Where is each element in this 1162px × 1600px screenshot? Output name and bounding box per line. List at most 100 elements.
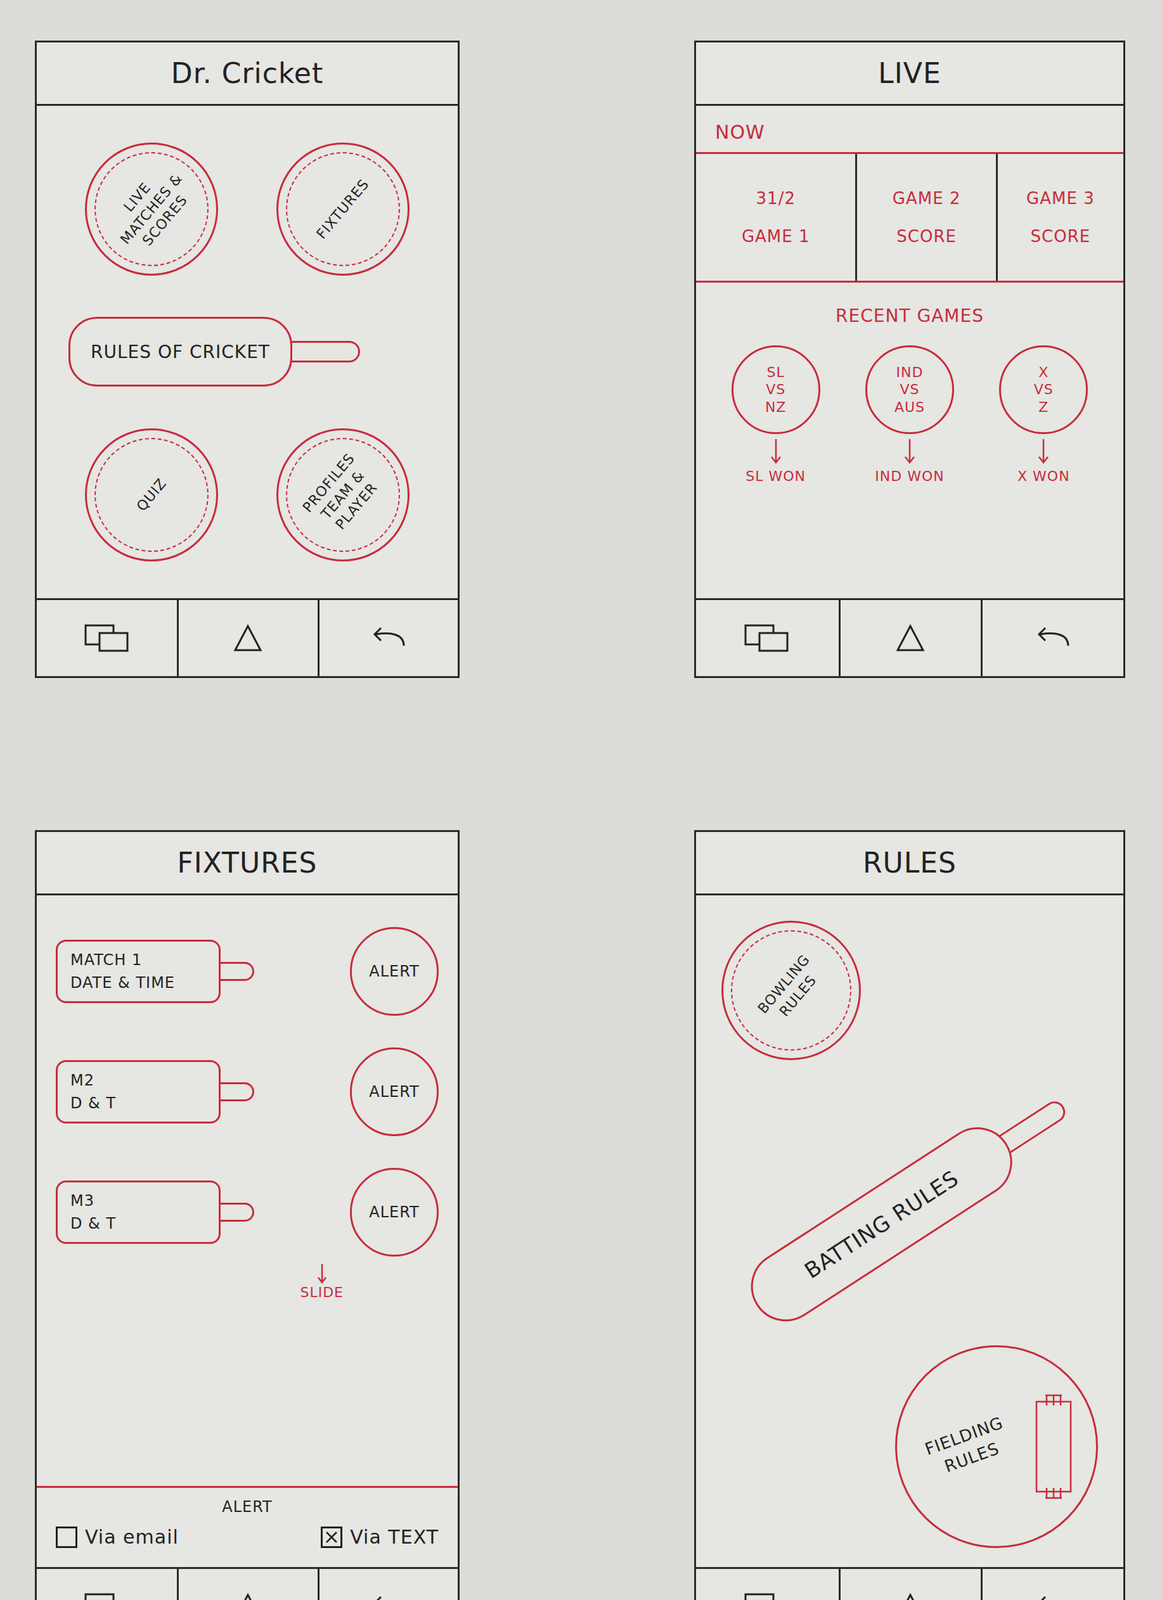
alert-option[interactable]: Via email bbox=[55, 1526, 179, 1549]
check-mark-icon bbox=[324, 1530, 339, 1545]
menu-bat-button[interactable]: RULES OF CRICKET bbox=[68, 316, 361, 387]
checkbox[interactable] bbox=[320, 1527, 343, 1549]
rule-cell: BOWLING RULES bbox=[721, 921, 861, 1061]
pitch-icon bbox=[1031, 1393, 1076, 1502]
menu-cell: PROFILES TEAM & PLAYER bbox=[276, 428, 410, 562]
phone-screen: LIVE NOW31/2GAME 1 GAME 2 SCORE GAME 3 SCORE R… bbox=[694, 40, 1126, 679]
rule-field-button[interactable]: FIELDING RULES bbox=[895, 1345, 1098, 1549]
rule-cell: BATTING RULES bbox=[727, 1171, 1093, 1242]
live-game-text: GAME 3 bbox=[1026, 188, 1095, 208]
bat-body: M3D & T bbox=[55, 1181, 221, 1245]
now-label: NOW bbox=[696, 105, 1124, 155]
live-game-text: SCORE bbox=[1030, 226, 1091, 246]
fixture-bat[interactable]: M3D & T bbox=[55, 1181, 255, 1245]
menu-label: LIVE MATCHES & SCORES bbox=[100, 155, 203, 264]
result-text: SL WON bbox=[745, 468, 806, 485]
recent-game-button[interactable]: XVSZ bbox=[999, 345, 1088, 435]
menu-cell: RULES OF CRICKET bbox=[68, 316, 361, 387]
bat-handle bbox=[218, 1082, 255, 1102]
triangle-icon bbox=[232, 622, 264, 655]
now-games: 31/2GAME 1 GAME 2 SCORE GAME 3 SCORE bbox=[696, 154, 1124, 283]
title-bar: FIXTURES bbox=[36, 832, 458, 896]
alert-label: ALERT bbox=[368, 1203, 420, 1222]
alert-button[interactable]: ALERT bbox=[349, 1047, 439, 1137]
alert-button[interactable]: ALERT bbox=[349, 927, 439, 1017]
live-game-card[interactable]: GAME 2 SCORE bbox=[855, 154, 996, 281]
live-game-card[interactable]: GAME 3 SCORE bbox=[995, 154, 1124, 281]
bat-body: BATTING RULES bbox=[737, 1114, 1026, 1336]
team-text: VS bbox=[765, 380, 786, 399]
recent-apps-button[interactable] bbox=[36, 1569, 177, 1600]
phone-screen: Dr. Cricket LIVE MATCHES & SCORES FIXTURES… bbox=[34, 40, 460, 679]
windows-icon bbox=[83, 621, 132, 655]
nav-bar bbox=[696, 598, 1124, 677]
recent-apps-button[interactable] bbox=[696, 600, 839, 677]
rule-label: BOWLING RULES bbox=[746, 942, 836, 1040]
match-name: MATCH 1 bbox=[70, 951, 143, 970]
result-text: IND WON bbox=[874, 468, 944, 485]
recent-apps-button[interactable] bbox=[696, 1569, 839, 1600]
fixture-row: MATCH 1DATE & TIME ALERT bbox=[55, 927, 439, 1017]
menu-cell: QUIZ bbox=[84, 428, 219, 562]
home-button[interactable] bbox=[176, 600, 317, 677]
back-button[interactable] bbox=[317, 600, 458, 677]
phone-screen: RULESBOWLING RULESBATTING RULESFIELDING … bbox=[694, 830, 1126, 1600]
fixture-bat[interactable]: M2D & T bbox=[55, 1060, 255, 1124]
screen-title: LIVE bbox=[877, 57, 941, 90]
triangle-icon bbox=[894, 1591, 927, 1600]
team-text: IND bbox=[896, 363, 924, 382]
title-bar: LIVE bbox=[696, 42, 1124, 106]
rules-panel: BOWLING RULESBATTING RULESFIELDING RULES bbox=[696, 895, 1124, 1568]
menu-ball-button[interactable]: FIXTURES bbox=[276, 142, 410, 276]
arrow-down-icon bbox=[315, 1263, 329, 1285]
recent-game-button[interactable]: SLVSNZ bbox=[731, 345, 821, 435]
fixture-bat[interactable]: MATCH 1DATE & TIME bbox=[55, 940, 255, 1004]
recent-game-button[interactable]: INDVSAUS bbox=[865, 345, 955, 435]
back-arrow-icon bbox=[1032, 624, 1074, 653]
slide-label: SLIDE bbox=[299, 1284, 344, 1301]
rule-bat-button[interactable]: BATTING RULES bbox=[737, 1077, 1083, 1336]
back-arrow-icon bbox=[368, 1593, 409, 1600]
home-button[interactable] bbox=[838, 600, 982, 677]
team-text: VS bbox=[1033, 380, 1054, 399]
alert-options-title: ALERT bbox=[55, 1498, 439, 1517]
back-button[interactable] bbox=[317, 1569, 458, 1600]
live-game-card[interactable]: 31/2GAME 1 bbox=[696, 154, 856, 281]
team-text: AUS bbox=[894, 398, 925, 417]
alert-button[interactable]: ALERT bbox=[349, 1168, 439, 1258]
live-game-text: GAME 2 bbox=[892, 188, 962, 208]
home-button[interactable] bbox=[176, 1569, 317, 1600]
screen-title: RULES bbox=[862, 846, 957, 880]
bat-body: RULES OF CRICKET bbox=[68, 316, 293, 387]
recent-label: RECENT GAMES bbox=[696, 305, 1124, 327]
back-button[interactable] bbox=[980, 600, 1124, 677]
menu-ball-button[interactable]: QUIZ bbox=[84, 428, 219, 562]
recent-apps-button[interactable] bbox=[36, 600, 177, 677]
title-bar: Dr. Cricket bbox=[36, 42, 458, 106]
menu-label: PROFILES TEAM & PLAYER bbox=[291, 441, 395, 549]
option-label: Via TEXT bbox=[349, 1526, 439, 1549]
recent-game: SLVSNZ SL WON bbox=[731, 345, 821, 485]
team-text: SL bbox=[767, 363, 785, 382]
fixtures-panel: MATCH 1DATE & TIMEALERTM2D & TALERTM3D &… bbox=[36, 895, 458, 1568]
screen-title: Dr. Cricket bbox=[171, 57, 324, 90]
live-game-text: SCORE bbox=[896, 226, 957, 246]
checkbox[interactable] bbox=[55, 1527, 78, 1549]
alert-label: ALERT bbox=[368, 1083, 420, 1102]
team-text: VS bbox=[899, 380, 920, 399]
bat-body: MATCH 1DATE & TIME bbox=[55, 940, 221, 1004]
back-button[interactable] bbox=[980, 1569, 1124, 1600]
menu-ball-button[interactable]: LIVE MATCHES & SCORES bbox=[84, 142, 219, 276]
windows-icon bbox=[83, 1591, 132, 1600]
alert-label: ALERT bbox=[368, 962, 420, 981]
alert-option[interactable]: Via TEXT bbox=[320, 1526, 439, 1549]
menu-ball-button[interactable]: PROFILES TEAM & PLAYER bbox=[276, 428, 410, 562]
alert-options: ALERT Via email Via TEXT bbox=[36, 1486, 458, 1568]
triangle-icon bbox=[232, 1591, 264, 1600]
bat-handle bbox=[998, 1097, 1069, 1154]
home-button[interactable] bbox=[838, 1569, 982, 1600]
rule-ball-button[interactable]: BOWLING RULES bbox=[721, 921, 861, 1061]
windows-icon bbox=[742, 1591, 792, 1600]
fixture-row: M3D & T ALERT bbox=[55, 1168, 439, 1258]
match-name: M2 bbox=[70, 1071, 95, 1090]
